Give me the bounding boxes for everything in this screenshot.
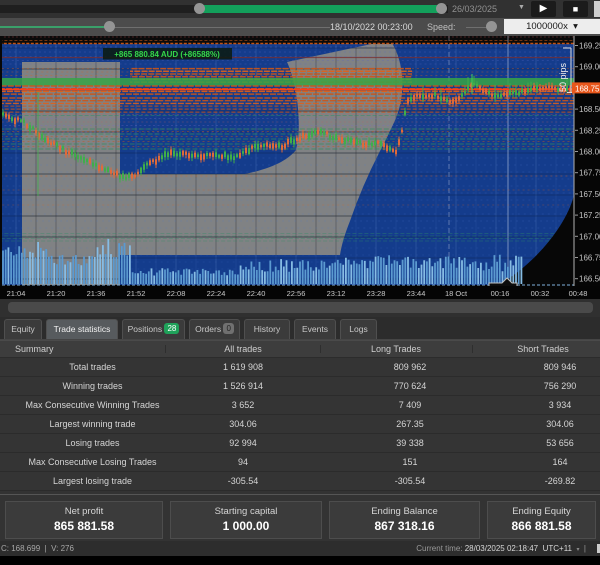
svg-text:167.75: 167.75 [579,169,600,178]
svg-text:21:20: 21:20 [47,289,66,298]
svg-text:168.00: 168.00 [579,148,600,157]
svg-text:00:16: 00:16 [491,289,510,298]
svg-text:23:44: 23:44 [407,289,426,298]
svg-text:00:32: 00:32 [531,289,550,298]
svg-text:22:40: 22:40 [247,289,266,298]
svg-text:166.75: 166.75 [579,254,600,263]
svg-text:22:56: 22:56 [287,289,306,298]
svg-text:169.00: 169.00 [579,63,600,72]
svg-text:168.50: 168.50 [579,105,600,114]
svg-text:50 pips: 50 pips [558,62,568,92]
svg-text:21:04: 21:04 [7,289,26,298]
svg-text:167.00: 167.00 [579,232,600,241]
svg-text:21:36: 21:36 [87,289,106,298]
svg-text:168.25: 168.25 [579,126,600,135]
svg-text:18 Oct: 18 Oct [445,289,468,298]
svg-text:22:24: 22:24 [207,289,226,298]
svg-text:23:28: 23:28 [367,289,386,298]
svg-text:22:08: 22:08 [167,289,186,298]
svg-text:21:52: 21:52 [127,289,146,298]
svg-text:167.50: 167.50 [579,190,600,199]
svg-text:166.50: 166.50 [579,275,600,284]
svg-text:23:12: 23:12 [327,289,346,298]
svg-text:00:48: 00:48 [569,289,588,298]
svg-text:168.75: 168.75 [575,84,600,93]
svg-text:+865 880.84 AUD (+86588%): +865 880.84 AUD (+86588%) [114,50,220,59]
svg-text:167.25: 167.25 [579,211,600,220]
svg-text:169.25: 169.25 [579,42,600,51]
